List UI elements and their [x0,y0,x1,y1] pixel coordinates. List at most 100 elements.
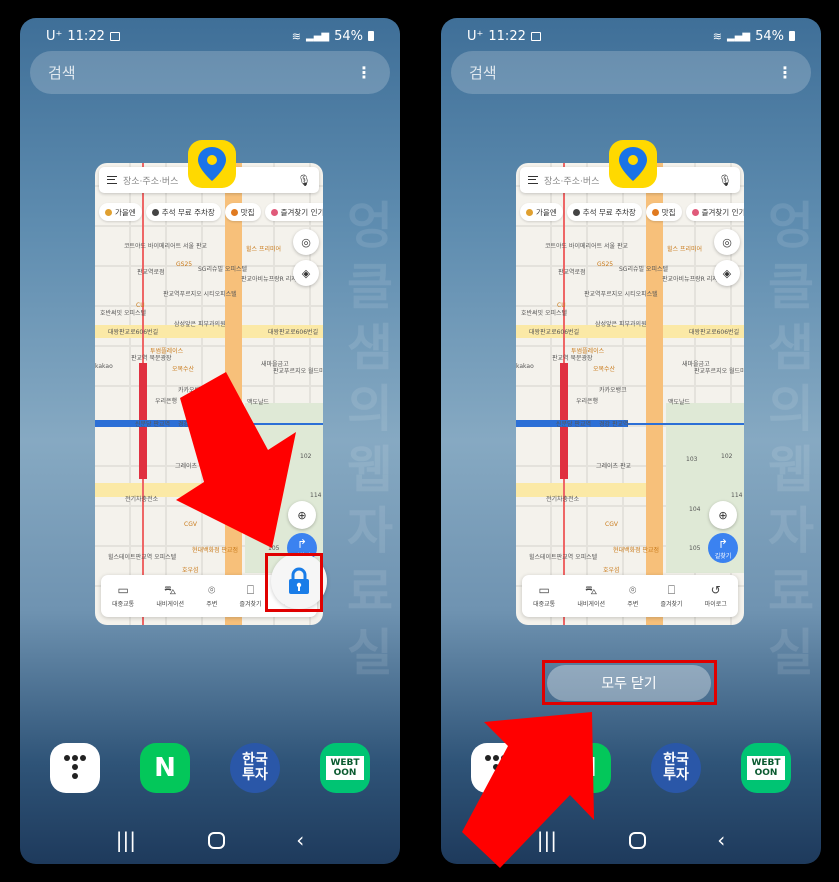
map-label[interactable]: 판교역로점 [137,269,165,276]
back-button[interactable]: ‹ [717,828,725,852]
map-label[interactable]: 대왕판교로606번길 [268,329,318,336]
map-label[interactable]: 102 [721,453,732,460]
map-label[interactable]: SG리슈빌 오피스텔 [619,266,668,273]
home-button[interactable] [628,832,646,849]
map-label[interactable]: 판교역푸르지오 시티오피스텔 [163,291,237,298]
map-label[interactable]: 판교역로점 [558,269,586,276]
map-label[interactable]: GS25 [597,261,613,268]
map-label[interactable]: 104 [689,506,700,513]
home-button[interactable] [207,832,225,849]
map-label[interactable]: kakao [95,363,113,370]
my-location-button[interactable]: ⊕ [709,501,737,529]
map-label[interactable]: 103 [686,456,697,463]
map-label[interactable]: 힐스테이트판교역 오피스텔 [529,554,597,561]
map-label[interactable]: 맥도날드 [668,399,690,406]
map-label[interactable]: 힐스테이트판교역 오피스텔 [108,554,176,561]
layers-button[interactable]: ◈ [714,260,740,286]
category-chip[interactable]: 즐겨찾기 인기스 [264,203,323,221]
map-label[interactable]: 카카오뱅크 [599,387,627,394]
nav-bus[interactable]: ▭ 대중교통 [112,584,134,608]
map-label[interactable]: CU [136,302,145,309]
nav-car[interactable]: ⛍ 내비게이션 [577,584,605,608]
map-label[interactable]: 호우섬 [603,567,620,574]
map-label[interactable]: CU [557,302,566,309]
route-button[interactable]: ↱길찾기 [708,533,738,563]
map-label[interactable]: 105 [689,545,700,552]
dock-app-t-app[interactable] [471,743,521,793]
recents-search-bar[interactable]: 검색 ⋮ [30,51,390,94]
map-label[interactable]: 우리은행 [576,398,598,405]
map-label[interactable]: kakao [516,363,534,370]
map-label[interactable]: 호반써밋 오피스텔 [521,310,567,317]
map-label[interactable]: 대왕판교로606번길 [689,329,739,336]
category-chip[interactable]: 추석 무료 주차장 [145,203,221,221]
map-label[interactable]: 현대백화점 판교점 [613,547,659,554]
map-label[interactable]: 판교역 북문광장 [131,355,172,362]
category-chip[interactable]: 가을엔 [520,203,563,221]
map-label[interactable]: 판교역푸르지오 시티오피스텔 [584,291,658,298]
back-button[interactable]: ‹ [296,828,304,852]
map-label[interactable]: 103 [265,456,276,463]
map-label[interactable]: 전기차충전소 [546,496,579,503]
street-view-button[interactable]: ◎ [293,229,319,255]
map-label[interactable]: CGV [184,521,197,528]
nav-location-pin[interactable]: ⌾ 주변 [206,584,217,608]
map-label[interactable]: 호우섬 [182,567,199,574]
map-label[interactable]: 카카오뱅크 [178,387,206,394]
map-label[interactable]: 대왕판교로606번길 [529,329,579,336]
map-label[interactable]: 우리은행 [155,398,177,405]
microphone-icon[interactable]: 🎙 [718,174,732,187]
dock-app-korea-investment[interactable]: 한국투자 [651,743,701,793]
dock-app-korea-investment[interactable]: 한국투자 [230,743,280,793]
map-label[interactable]: 판교푸르지오 월드마크아파트 [694,368,744,375]
map-label[interactable]: 판교푸르지오 월드마크아파트 [273,368,323,375]
recent-app-card-kakaomap[interactable]: 코트야드 바이메리어트 서울 판교 판교역로점 GS25 SG리슈빌 오피스텔 판교역푸… [516,163,744,625]
street-view-button[interactable]: ◎ [714,229,740,255]
map-label[interactable]: 힐스 프리미어 [667,246,702,253]
nav-history[interactable]: ↺ 마이로그 [705,584,727,608]
map-label[interactable]: 현대백화점 판교점 [192,547,238,554]
category-chip[interactable]: 맛집 [224,203,261,221]
map-label[interactable]: 경강 판교역 [178,421,208,428]
dock-app-naver[interactable]: N [561,743,611,793]
menu-icon[interactable] [107,176,117,184]
map-label[interactable]: 신분당 판교역 [556,421,591,428]
map-label[interactable]: GS25 [176,261,192,268]
map-label[interactable]: 삼성앞은 피부과의원 [174,321,226,328]
map-label[interactable]: 전기차충전소 [125,496,158,503]
category-chip[interactable]: 즐겨찾기 인기스 [685,203,744,221]
map-label[interactable]: 102 [300,453,311,460]
map-label[interactable]: 새마을금고 [682,361,710,368]
map-label[interactable]: 삼성앞은 피부과의원 [595,321,647,328]
category-chip[interactable]: 추석 무료 주차장 [566,203,642,221]
map-label[interactable]: 105 [268,545,279,552]
kakaomap-app-icon[interactable] [188,140,236,188]
map-label[interactable]: 114 [731,492,742,499]
my-location-button[interactable]: ⊕ [288,501,316,529]
category-chip[interactable]: 맛집 [645,203,682,221]
map-label[interactable]: 힐스 프리미어 [246,246,281,253]
map-label[interactable]: 판교역 북문광장 [552,355,593,362]
more-options-icon[interactable]: ⋮ [356,63,372,82]
map-label[interactable]: 맥도날드 [247,399,269,406]
nav-bookmark[interactable]: ⎕ 즐겨찾기 [239,584,261,608]
nav-bookmark[interactable]: ⎕ 즐겨찾기 [660,584,682,608]
recents-button[interactable]: ||| [537,828,557,852]
map-label[interactable]: 코트야드 바이메리어트 서울 판교 [124,243,207,250]
dock-app-naver[interactable]: N [140,743,190,793]
map-label[interactable]: 그레이츠 판교 [596,463,631,470]
map-label[interactable]: CGV [605,521,618,528]
map-label[interactable]: 오복수산 [593,366,615,373]
map-label[interactable]: 투썸플레이스 [571,348,604,355]
more-options-icon[interactable]: ⋮ [777,63,793,82]
map-label[interactable]: 신분당 판교역 [135,421,170,428]
nav-bus[interactable]: ▭ 대중교통 [533,584,555,608]
microphone-icon[interactable]: 🎙 [297,174,311,187]
map-label[interactable]: 새마을금고 [261,361,289,368]
map-label[interactable]: 대왕판교로606번길 [108,329,158,336]
dock-app-t-app[interactable] [50,743,100,793]
nav-location-pin[interactable]: ⌾ 주변 [627,584,638,608]
category-chip[interactable]: 가을엔 [99,203,142,221]
map-label[interactable]: 투썸플레이스 [150,348,183,355]
recents-search-bar[interactable]: 검색 ⋮ [451,51,811,94]
